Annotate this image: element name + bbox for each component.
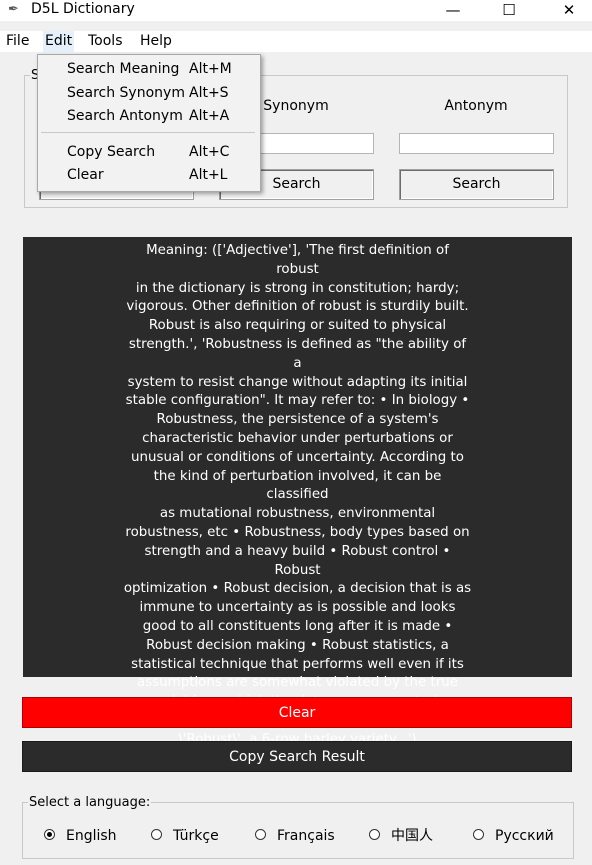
menu-clear[interactable]: Clear Alt+L bbox=[38, 164, 260, 187]
window-title: D5L Dictionary bbox=[31, 1, 135, 17]
language-panel-legend: Select a language: bbox=[29, 795, 151, 810]
copy-search-result-button[interactable]: Copy Search Result bbox=[22, 741, 572, 772]
menu-copy-search[interactable]: Copy Search Alt+C bbox=[38, 141, 260, 164]
menu-item-label: Copy Search bbox=[67, 144, 156, 160]
antonym-label: Antonym bbox=[444, 98, 508, 114]
radio-label: Русский bbox=[495, 828, 554, 844]
menu-item-label: Search Antonym bbox=[67, 108, 183, 124]
menu-separator bbox=[41, 132, 255, 133]
menu-help[interactable]: Help bbox=[138, 31, 174, 52]
menu-search-meaning[interactable]: Search Meaning Alt+M bbox=[38, 58, 260, 81]
feather-icon: ✒ bbox=[8, 2, 19, 17]
result-text: Meaning: (['Adjective'], 'The first defi… bbox=[123, 243, 472, 747]
menu-file[interactable]: File bbox=[4, 31, 31, 52]
menu-item-shortcut: Alt+C bbox=[189, 144, 230, 160]
close-button[interactable]: ✕ bbox=[546, 0, 592, 21]
radio-icon bbox=[255, 829, 266, 840]
edit-menu-dropdown: Search Meaning Alt+M Search Synonym Alt+… bbox=[37, 54, 261, 192]
menu-item-shortcut: Alt+M bbox=[189, 61, 232, 77]
menu-item-shortcut: Alt+L bbox=[189, 167, 228, 183]
radio-selected-icon bbox=[44, 829, 55, 840]
result-area[interactable]: Meaning: (['Adjective'], 'The first defi… bbox=[23, 237, 572, 747]
antonym-input[interactable] bbox=[399, 133, 554, 154]
menu-search-synonym[interactable]: Search Synonym Alt+S bbox=[38, 82, 260, 105]
radio-label: English bbox=[66, 828, 117, 844]
radio-label: Türkçe bbox=[173, 828, 219, 844]
radio-label: Français bbox=[277, 828, 335, 844]
menu-item-shortcut: Alt+A bbox=[189, 108, 230, 124]
maximize-button[interactable]: ☐ bbox=[486, 0, 532, 21]
radio-label: 中国人 bbox=[391, 828, 433, 844]
menu-search-antonym[interactable]: Search Antonym Alt+A bbox=[38, 105, 260, 128]
radio-icon bbox=[369, 829, 380, 840]
radio-icon bbox=[473, 829, 484, 840]
menu-item-label: Clear bbox=[67, 167, 104, 183]
minimize-button[interactable]: — bbox=[430, 0, 476, 21]
menu-item-label: Search Meaning bbox=[67, 61, 180, 77]
menu-item-label: Search Synonym bbox=[67, 85, 185, 101]
title-bar: ✒ D5L Dictionary — ☐ ✕ bbox=[0, 0, 592, 21]
menu-tools[interactable]: Tools bbox=[86, 31, 125, 52]
menu-bar: File Edit Tools Help bbox=[0, 31, 592, 52]
menu-item-shortcut: Alt+S bbox=[189, 85, 229, 101]
clear-button[interactable]: Clear bbox=[22, 697, 572, 728]
menu-edit[interactable]: Edit bbox=[43, 31, 75, 52]
antonym-search-button[interactable]: Search bbox=[399, 169, 554, 200]
radio-icon bbox=[151, 829, 162, 840]
